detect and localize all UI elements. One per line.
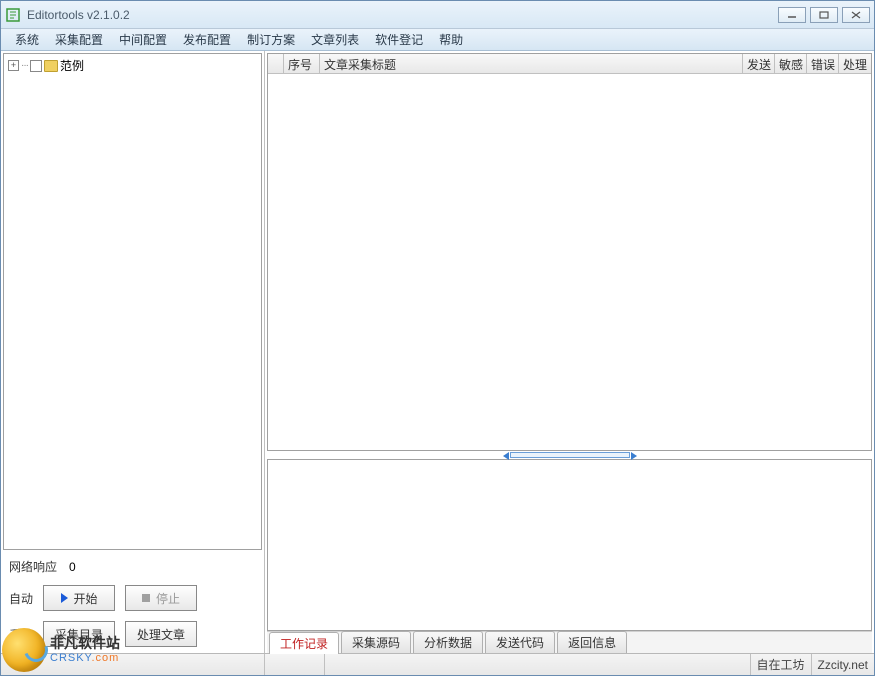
menu-help[interactable]: 帮助 (431, 29, 471, 50)
process-article-button[interactable]: 处理文章 (125, 621, 197, 647)
grid-header: 序号 文章采集标题 发送 敏感 错误 处理 (268, 54, 871, 74)
status-right-b: Zzcity.net (812, 654, 874, 675)
status-right-a: 自在工坊 (751, 654, 812, 675)
titlebar: Editortools v2.1.0.2 (1, 1, 874, 29)
status-mid1 (265, 654, 325, 675)
app-window: Editortools v2.1.0.2 系统 采集配置 中间配置 发布配置 制… (0, 0, 875, 676)
splitter-handle[interactable] (510, 452, 630, 458)
auto-row: 自动 开始 停止 (9, 585, 256, 611)
collect-dir-label: 采集目录 (55, 626, 103, 643)
network-label: 网络响应 (9, 558, 57, 575)
tab-return-info[interactable]: 返回信息 (557, 631, 627, 653)
right-pane: 序号 文章采集标题 发送 敏感 错误 处理 工作记录 采集源码 分析数据 发送代… (265, 51, 874, 653)
process-article-label: 处理文章 (137, 626, 185, 643)
tab-send-code[interactable]: 发送代码 (485, 631, 555, 653)
tab-collect-source[interactable]: 采集源码 (341, 631, 411, 653)
left-pane: + ··· 范例 网络响应 0 自动 开始 (1, 51, 265, 653)
grid-header-rowmark[interactable] (268, 54, 284, 73)
status-mid2 (325, 654, 751, 675)
expand-icon[interactable]: + (8, 60, 19, 71)
app-icon (5, 7, 21, 23)
window-controls (778, 7, 870, 23)
menubar: 系统 采集配置 中间配置 发布配置 制订方案 文章列表 软件登记 帮助 (1, 29, 874, 51)
tree-item-label: 范例 (60, 57, 84, 74)
manual-row: 手动 采集目录 处理文章 (9, 621, 256, 647)
stop-icon (142, 594, 150, 602)
window-title: Editortools v2.1.0.2 (27, 8, 778, 22)
tree-item[interactable]: + ··· 范例 (6, 56, 259, 75)
menu-middle-config[interactable]: 中间配置 (111, 29, 175, 50)
stop-button[interactable]: 停止 (125, 585, 197, 611)
grid-header-process[interactable]: 处理 (839, 54, 871, 73)
grid-header-error[interactable]: 错误 (807, 54, 839, 73)
close-button[interactable] (842, 7, 870, 23)
log-area[interactable] (267, 459, 872, 631)
maximize-button[interactable] (810, 7, 838, 23)
statusbar: 自在工坊 Zzcity.net (1, 653, 874, 675)
menu-collect-config[interactable]: 采集配置 (47, 29, 111, 50)
manual-label: 手动 (9, 626, 33, 643)
start-button-label: 开始 (74, 590, 98, 607)
tab-work-log[interactable]: 工作记录 (269, 632, 339, 654)
grid-header-sensitive[interactable]: 敏感 (775, 54, 807, 73)
grid-header-send[interactable]: 发送 (743, 54, 775, 73)
content-area: + ··· 范例 网络响应 0 自动 开始 (1, 51, 874, 653)
left-controls: 网络响应 0 自动 开始 停止 手动 (3, 550, 262, 651)
network-value: 0 (69, 560, 76, 574)
menu-article-list[interactable]: 文章列表 (303, 29, 367, 50)
start-button[interactable]: 开始 (43, 585, 115, 611)
network-row: 网络响应 0 (9, 558, 256, 575)
stop-button-label: 停止 (156, 590, 180, 607)
folder-icon (44, 60, 58, 72)
menu-register[interactable]: 软件登记 (367, 29, 431, 50)
bottom-tabs: 工作记录 采集源码 分析数据 发送代码 返回信息 (267, 631, 872, 653)
minimize-button[interactable] (778, 7, 806, 23)
grid-body[interactable] (268, 74, 871, 450)
grid-header-seq[interactable]: 序号 (284, 54, 320, 73)
menu-system[interactable]: 系统 (7, 29, 47, 50)
grid-header-title[interactable]: 文章采集标题 (320, 54, 743, 73)
auto-label: 自动 (9, 590, 33, 607)
tree-checkbox[interactable] (30, 60, 42, 72)
menu-publish-config[interactable]: 发布配置 (175, 29, 239, 50)
horizontal-splitter[interactable] (267, 451, 872, 459)
article-grid[interactable]: 序号 文章采集标题 发送 敏感 错误 处理 (267, 53, 872, 451)
status-left (1, 654, 265, 675)
tree-view[interactable]: + ··· 范例 (3, 53, 262, 550)
tree-connector: ··· (21, 60, 28, 71)
tab-analyze-data[interactable]: 分析数据 (413, 631, 483, 653)
play-icon (61, 593, 68, 603)
menu-plan[interactable]: 制订方案 (239, 29, 303, 50)
collect-dir-button[interactable]: 采集目录 (43, 621, 115, 647)
